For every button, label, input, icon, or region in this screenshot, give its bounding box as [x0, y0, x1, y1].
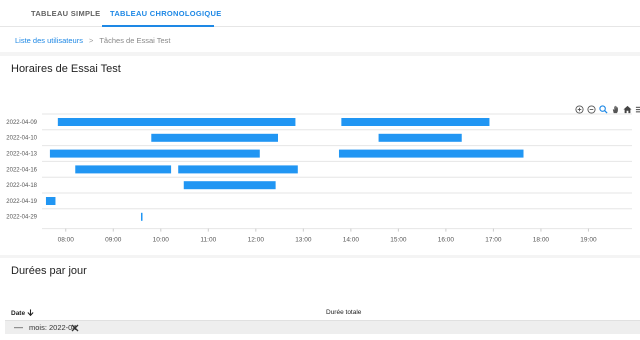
timeline-bar[interactable] [178, 165, 298, 174]
x-tick-label: 18:00 [533, 237, 550, 244]
sort-down-arrow-icon [27, 309, 34, 317]
row-label: 2022-04-13 [6, 152, 37, 158]
row-label: 2022-04-19 [6, 199, 37, 205]
tab-simple-table[interactable]: TABLEAU SIMPLE [31, 0, 100, 27]
x-tick-label: 08:00 [58, 237, 75, 244]
x-tick-label: 14:00 [343, 237, 360, 244]
timeline-bar[interactable] [75, 165, 172, 174]
breadcrumb-current: Tâches de Essai Test [99, 36, 171, 45]
x-tick-label: 19:00 [580, 237, 597, 244]
row-label: 2022-04-10 [6, 136, 37, 142]
group-row-month: — mois: 2022-04 [5, 320, 640, 334]
timeline-bar[interactable] [49, 149, 260, 158]
row-label: 2022-04-29 [6, 215, 37, 221]
x-tick-label: 12:00 [248, 237, 265, 244]
remove-group-icon[interactable] [70, 323, 80, 333]
x-tick-label: 17:00 [485, 237, 502, 244]
section-divider [0, 52, 640, 56]
timeline-bar[interactable] [338, 149, 524, 158]
durations-title: Durées par jour [11, 265, 87, 277]
section-divider-2 [0, 255, 640, 258]
timeline-bar[interactable] [45, 197, 56, 205]
x-tick-label: 15:00 [390, 237, 407, 244]
timeline-bar[interactable] [378, 133, 462, 142]
schedule-title: Horaires de Essai Test [11, 63, 121, 75]
row-label: 2022-04-09 [6, 120, 37, 126]
breadcrumb-users-link[interactable]: Liste des utilisateurs [15, 36, 83, 45]
breadcrumb-separator: > [88, 36, 94, 45]
timeline-bar[interactable] [151, 133, 278, 142]
active-tab-indicator [102, 25, 214, 27]
tab-chronological-table[interactable]: TABLEAU CHRONOLOGIQUE [110, 0, 222, 27]
row-label: 2022-04-18 [6, 183, 37, 189]
column-header-date-label: Date [11, 310, 26, 317]
column-header-date[interactable]: Date [11, 309, 34, 317]
tab-bar: TABLEAU SIMPLE TABLEAU CHRONOLOGIQUE [0, 0, 640, 27]
x-tick-label: 13:00 [295, 237, 312, 244]
x-tick-label: 11:00 [200, 237, 216, 244]
column-header-total-duration[interactable]: Durée totale [326, 309, 361, 316]
timeline-bar[interactable] [183, 181, 276, 190]
timeline-bar[interactable] [341, 118, 490, 126]
timeline-bar[interactable] [57, 118, 296, 126]
x-tick-label: 10:00 [153, 237, 170, 244]
x-tick-label: 16:00 [438, 237, 455, 244]
x-tick-label: 09:00 [105, 237, 122, 244]
timeline-chart: 08:00 09:00 10:00 11:00 12:00 13:00 14:00 15:00… [6, 113, 632, 244]
breadcrumb: Liste des utilisateurs > Tâches de Essai T… [15, 36, 171, 45]
row-label: 2022-04-16 [6, 167, 37, 173]
timeline-bar[interactable] [140, 212, 143, 221]
collapse-group-icon[interactable]: — [14, 321, 23, 334]
